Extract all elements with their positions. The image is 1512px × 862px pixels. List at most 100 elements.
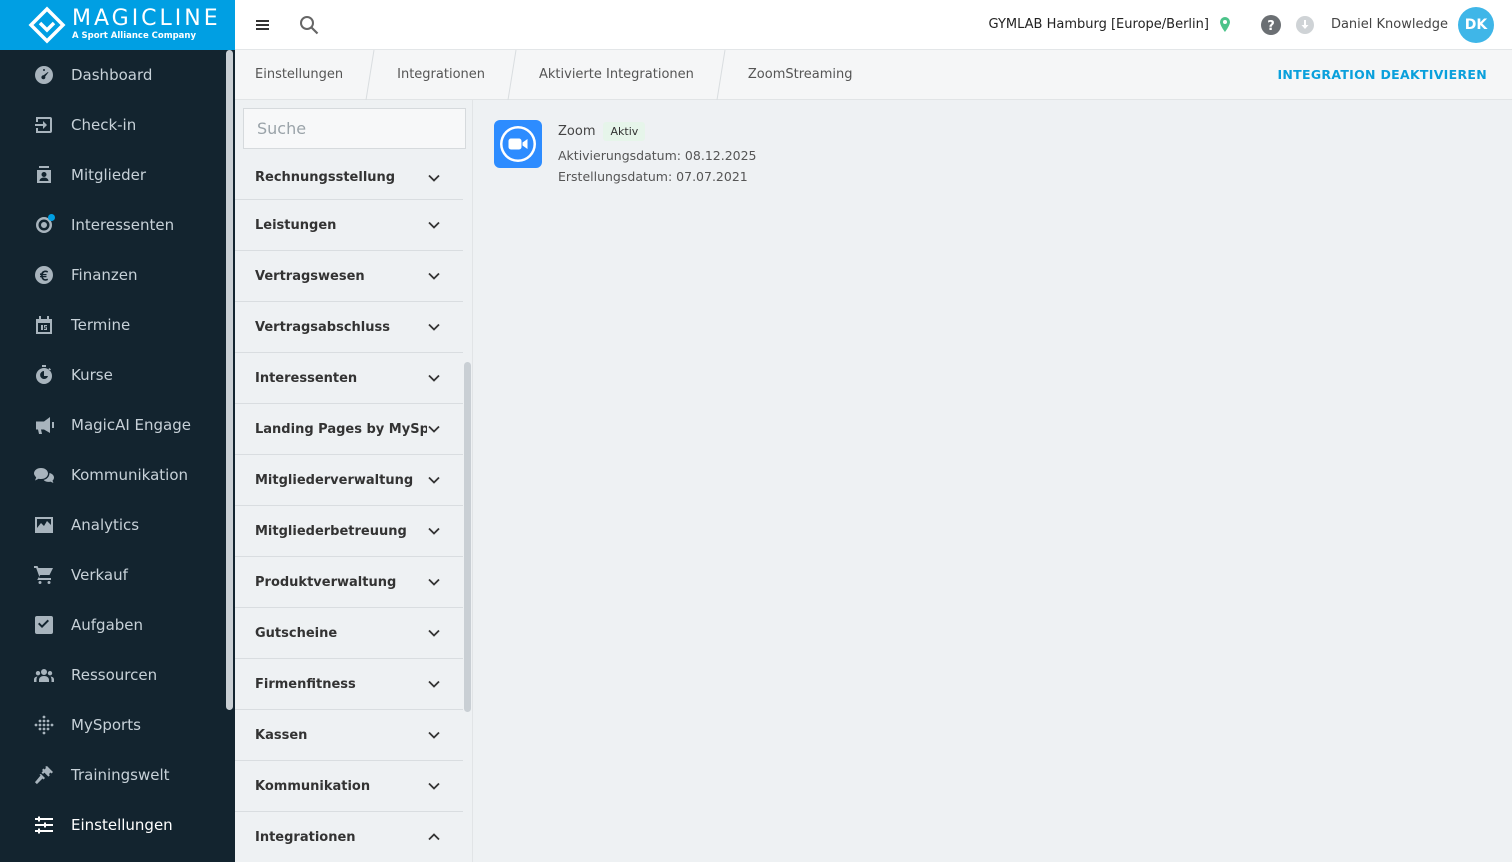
dots-icon	[34, 715, 54, 735]
sidebar-item-finanzen[interactable]: Finanzen	[0, 250, 235, 300]
check-in-icon	[34, 115, 54, 135]
category-vertragsabschluss[interactable]: Vertragsabschluss	[235, 302, 463, 353]
leads-icon	[34, 214, 55, 235]
breadcrumb-integrationen[interactable]: Integrationen	[377, 50, 505, 100]
sidebar-item-verkauf[interactable]: Verkauf	[0, 550, 235, 600]
members-icon	[34, 165, 54, 185]
activation-date: Aktivierungsdatum: 08.12.2025	[558, 148, 757, 163]
breadcrumb-einstellungen[interactable]: Einstellungen	[235, 50, 363, 100]
category-vertragswesen[interactable]: Vertragswesen	[235, 251, 463, 302]
sidebar-item-magicai-engage[interactable]: MagicAI Engage	[0, 400, 235, 450]
chart-icon	[34, 515, 54, 535]
category-label: Mitgliederverwaltung	[255, 472, 414, 488]
sidebar-item-kommunikation[interactable]: Kommunikation	[0, 450, 235, 500]
category-gutscheine[interactable]: Gutscheine	[235, 608, 463, 659]
category-label: Gutscheine	[255, 625, 338, 641]
chevron-down-icon	[427, 422, 441, 436]
sidebar-item-mitglieder[interactable]: Mitglieder	[0, 150, 235, 200]
sidebar-item-label: MagicAI Engage	[71, 416, 191, 434]
category-label: Kommunikation	[255, 778, 371, 794]
sidebar: MAGICLINE A Sport Alliance Company Dashb…	[0, 0, 235, 862]
chevron-down-icon	[427, 728, 441, 742]
category-firmenfitness[interactable]: Firmenfitness	[235, 659, 463, 710]
panel-scrollbar[interactable]	[464, 362, 471, 712]
dashboard-icon	[34, 65, 54, 85]
sidebar-item-analytics[interactable]: Analytics	[0, 500, 235, 550]
chevron-down-icon	[427, 473, 441, 487]
category-label: Rechnungsstellung	[255, 170, 396, 185]
category-mitgliederbetreuung[interactable]: Mitgliederbetreuung	[235, 506, 463, 557]
megaphone-icon	[34, 415, 54, 435]
hamburger-menu-icon[interactable]	[253, 15, 273, 35]
chevron-down-icon	[427, 779, 441, 793]
chevron-up-icon	[427, 830, 441, 844]
magicline-logo-icon	[28, 6, 66, 44]
dumbbell-icon	[34, 765, 54, 785]
breadcrumb-separator	[714, 49, 728, 100]
category-label: Leistungen	[255, 217, 337, 233]
category-integrationen[interactable]: Integrationen	[235, 812, 463, 862]
sliders-icon	[34, 815, 54, 835]
sidebar-item-label: Einstellungen	[71, 816, 173, 834]
svg-text:?: ?	[1267, 19, 1275, 34]
sidebar-item-label: Verkauf	[71, 566, 128, 584]
user-name[interactable]: Daniel Knowledge	[1331, 17, 1448, 32]
category-landing-pages[interactable]: Landing Pages by MySports	[235, 404, 463, 455]
integration-name: Zoom	[558, 123, 596, 139]
sidebar-item-check-in[interactable]: Check-in	[0, 100, 235, 150]
sidebar-item-aufgaben[interactable]: Aufgaben	[0, 600, 235, 650]
sidebar-item-label: Finanzen	[71, 266, 138, 284]
location-pin-icon	[1215, 15, 1235, 35]
download-icon[interactable]	[1295, 15, 1315, 35]
sidebar-item-einstellungen[interactable]: Einstellungen	[0, 800, 235, 850]
category-kassen[interactable]: Kassen	[235, 710, 463, 761]
category-leistungen[interactable]: Leistungen	[235, 200, 463, 251]
breadcrumb: Einstellungen Integrationen Aktivierte I…	[235, 49, 1512, 100]
settings-search-input[interactable]	[243, 108, 466, 149]
settings-category-panel: Rechnungsstellung Leistungen Vertragswes…	[235, 100, 473, 862]
brand-logo[interactable]: MAGICLINE A Sport Alliance Company	[0, 0, 235, 50]
help-icon[interactable]: ?	[1260, 14, 1281, 35]
category-mitgliederverwaltung[interactable]: Mitgliederverwaltung	[235, 455, 463, 506]
breadcrumb-aktivierte-integrationen[interactable]: Aktivierte Integrationen	[519, 50, 714, 100]
sidebar-item-ressourcen[interactable]: Ressourcen	[0, 650, 235, 700]
category-label: Firmenfitness	[255, 676, 356, 692]
sidebar-item-label: Trainingswelt	[71, 766, 170, 784]
checkbox-icon	[34, 615, 54, 635]
creation-date: Erstellungsdatum: 07.07.2021	[558, 169, 748, 184]
category-produktverwaltung[interactable]: Produktverwaltung	[235, 557, 463, 608]
sidebar-item-dashboard[interactable]: Dashboard	[0, 50, 235, 100]
chevron-down-icon	[427, 218, 441, 232]
sidebar-item-kurse[interactable]: Kurse	[0, 350, 235, 400]
integration-detail: Zoom Aktiv Aktivierungsdatum: 08.12.2025…	[474, 100, 1512, 862]
category-label: Mitgliederbetreuung	[255, 523, 407, 539]
chevron-down-icon	[427, 171, 441, 185]
sidebar-item-trainingswelt[interactable]: Trainingswelt	[0, 750, 235, 800]
chevron-down-icon	[427, 626, 441, 640]
chevron-down-icon	[427, 320, 441, 334]
euro-icon	[34, 265, 54, 285]
avatar[interactable]: DK	[1458, 6, 1494, 43]
category-label: Interessenten	[255, 370, 358, 386]
sidebar-scrollbar[interactable]	[226, 50, 233, 710]
sidebar-item-label: MySports	[71, 716, 141, 734]
chevron-down-icon	[427, 269, 441, 283]
sidebar-item-interessenten[interactable]: Interessenten	[0, 200, 235, 250]
studio-selector[interactable]: GYMLAB Hamburg [Europe/Berlin]	[989, 17, 1209, 32]
search-icon[interactable]	[299, 15, 319, 35]
category-kommunikation[interactable]: Kommunikation	[235, 761, 463, 812]
breadcrumb-separator	[505, 49, 519, 100]
deactivate-integration-button[interactable]: INTEGRATION DEAKTIVIEREN	[1277, 67, 1487, 82]
category-label: Kassen	[255, 727, 308, 743]
sidebar-item-label: Aufgaben	[71, 616, 144, 634]
category-rechnungsstellung[interactable]: Rechnungsstellung	[235, 156, 463, 200]
main-nav: Dashboard Check-in Mitglieder Interessen…	[0, 50, 235, 850]
chevron-down-icon	[427, 371, 441, 385]
integration-card: Zoom Aktiv Aktivierungsdatum: 08.12.2025…	[494, 120, 757, 184]
sidebar-item-termine[interactable]: Termine	[0, 300, 235, 350]
calendar-icon	[34, 315, 54, 335]
category-label: Vertragswesen	[255, 268, 365, 284]
category-interessenten[interactable]: Interessenten	[235, 353, 463, 404]
sidebar-item-mysports[interactable]: MySports	[0, 700, 235, 750]
sidebar-item-label: Kurse	[71, 366, 113, 384]
